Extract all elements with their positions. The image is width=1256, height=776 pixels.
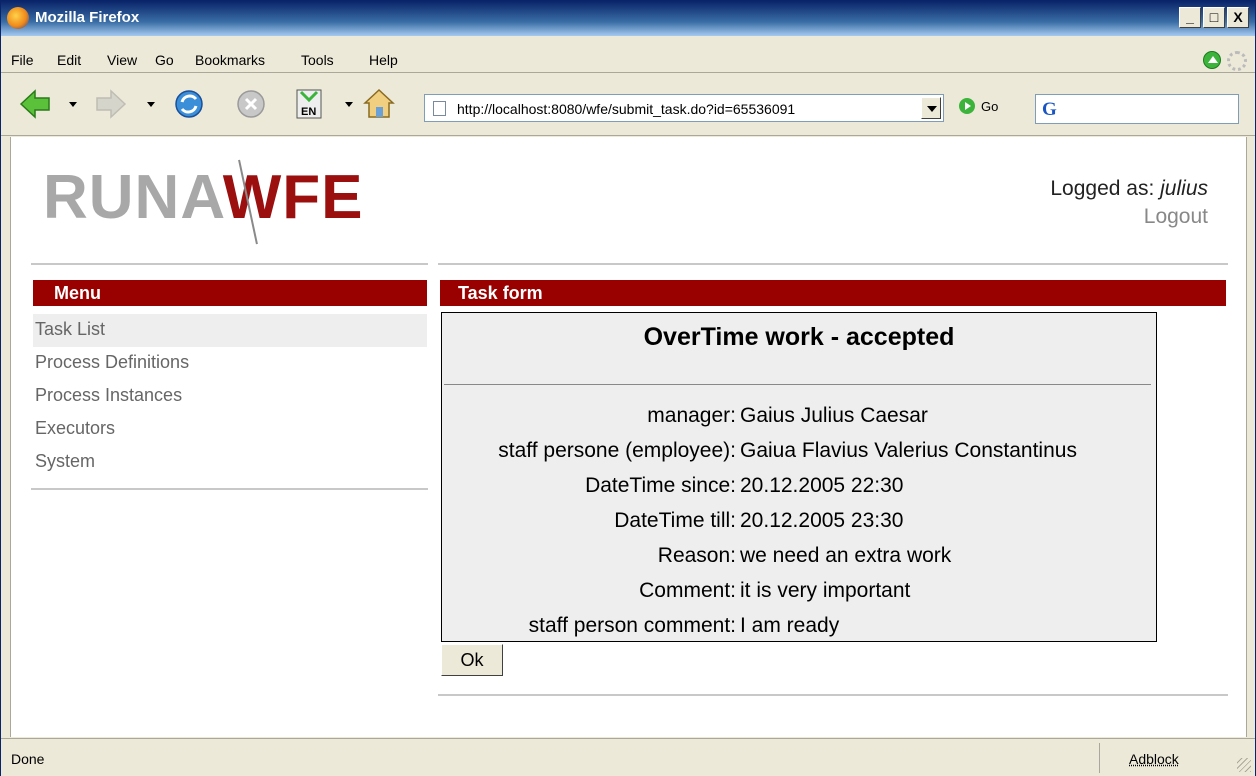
status-panel-divider bbox=[1099, 743, 1100, 773]
logout-link[interactable]: Logout bbox=[1050, 205, 1208, 229]
menu-bar: File Edit View Go Bookmarks Tools Help bbox=[1, 37, 1255, 73]
sidebar-item-executors[interactable]: Executors bbox=[33, 413, 427, 446]
menu-header: Menu bbox=[33, 280, 427, 306]
field-label: DateTime since: bbox=[585, 474, 736, 497]
update-icon[interactable] bbox=[1203, 51, 1221, 69]
menu-file[interactable]: File bbox=[11, 52, 34, 68]
logo-part-runa: RUNA bbox=[43, 163, 223, 232]
resize-grip-icon[interactable] bbox=[1237, 758, 1251, 772]
page-icon bbox=[433, 101, 446, 116]
ok-button[interactable]: Ok bbox=[441, 644, 503, 676]
language-en-icon[interactable]: EN bbox=[291, 86, 327, 122]
field-value: 20.12.2005 23:30 bbox=[740, 509, 904, 532]
window-title: Mozilla Firefox bbox=[35, 9, 140, 26]
maximize-button[interactable]: □ bbox=[1203, 7, 1225, 28]
field-value: I am ready bbox=[740, 614, 840, 637]
language-dropdown-icon[interactable] bbox=[345, 102, 353, 107]
field-value: it is very important bbox=[740, 579, 911, 602]
field-label: staff persone (employee): bbox=[498, 439, 736, 462]
field-label: staff person comment: bbox=[528, 614, 736, 637]
back-history-icon[interactable] bbox=[69, 102, 77, 107]
form-row-datetime-till: DateTime till: 20.12.2005 23:30 bbox=[442, 509, 1156, 544]
browser-window: Mozilla Firefox _ □ X File Edit View Go … bbox=[0, 0, 1256, 776]
logged-as-label: Logged as: bbox=[1050, 177, 1155, 200]
svg-text:EN: EN bbox=[301, 106, 316, 118]
divider bbox=[31, 263, 428, 265]
field-label: Reason: bbox=[657, 544, 736, 567]
divider bbox=[31, 488, 428, 490]
form-row-staff-persone: staff persone (employee): Gaiua Flavius … bbox=[442, 439, 1156, 474]
forward-history-icon[interactable] bbox=[147, 102, 155, 107]
minimize-button[interactable]: _ bbox=[1179, 7, 1201, 28]
menu-bookmarks[interactable]: Bookmarks bbox=[195, 52, 265, 68]
form-separator bbox=[444, 384, 1151, 385]
menu-tools[interactable]: Tools bbox=[301, 52, 334, 68]
sidebar-item-process-instances[interactable]: Process Instances bbox=[33, 380, 427, 413]
menu-view[interactable]: View bbox=[107, 52, 137, 68]
form-row-datetime-since: DateTime since: 20.12.2005 22:30 bbox=[442, 474, 1156, 509]
status-bar: Done Adblock bbox=[1, 738, 1255, 776]
form-row-reason: Reason: we need an extra work bbox=[442, 544, 1156, 579]
user-info: Logged as: julius Logout bbox=[1050, 177, 1208, 229]
address-history-dropdown[interactable] bbox=[921, 97, 941, 119]
form-title: OverTime work - accepted bbox=[643, 323, 955, 351]
field-label: Comment: bbox=[639, 579, 736, 602]
divider bbox=[438, 694, 1228, 696]
firefox-logo-icon bbox=[7, 7, 29, 29]
task-form-header: Task form bbox=[440, 280, 1226, 306]
stop-icon[interactable] bbox=[233, 86, 269, 122]
field-label: DateTime till: bbox=[614, 509, 736, 532]
go-icon bbox=[959, 98, 975, 114]
search-engine-icon[interactable]: G bbox=[1042, 99, 1057, 121]
divider bbox=[438, 263, 1228, 265]
address-bar[interactable]: http://localhost:8080/wfe/submit_task.do… bbox=[424, 94, 944, 122]
navigation-toolbar: EN http://localhost:8080/wfe/submit_task… bbox=[1, 74, 1255, 136]
menu-go[interactable]: Go bbox=[155, 52, 174, 68]
sidebar-item-process-definitions[interactable]: Process Definitions bbox=[33, 347, 427, 380]
close-button[interactable]: X bbox=[1227, 7, 1249, 28]
field-value: 20.12.2005 22:30 bbox=[740, 474, 904, 497]
runawfe-logo: RUNAWFE bbox=[43, 167, 363, 229]
menu-edit[interactable]: Edit bbox=[57, 52, 81, 68]
field-value: Gaius Julius Caesar bbox=[740, 404, 928, 427]
form-row-comment: Comment: it is very important bbox=[442, 579, 1156, 614]
search-input[interactable]: G bbox=[1035, 94, 1239, 124]
go-label: Go bbox=[981, 98, 999, 114]
field-value: we need an extra work bbox=[740, 544, 952, 567]
reload-icon[interactable] bbox=[171, 86, 207, 122]
status-text: Done bbox=[11, 751, 45, 767]
field-value: Gaiua Flavius Valerius Constantinus bbox=[740, 439, 1077, 462]
adblock-button[interactable]: Adblock bbox=[1129, 751, 1179, 767]
field-label: manager: bbox=[647, 404, 736, 427]
sidebar-item-system[interactable]: System bbox=[33, 446, 427, 479]
task-form: OverTime work - accepted manager: Gaius … bbox=[441, 312, 1157, 642]
go-button[interactable]: Go bbox=[959, 98, 998, 114]
username: julius bbox=[1160, 177, 1208, 200]
url-text[interactable]: http://localhost:8080/wfe/submit_task.do… bbox=[457, 101, 795, 117]
form-row-manager: manager: Gaius Julius Caesar bbox=[442, 404, 1156, 439]
form-fields: manager: Gaius Julius Caesar staff perso… bbox=[442, 404, 1156, 649]
forward-arrow-icon[interactable] bbox=[93, 86, 129, 122]
menu-help[interactable]: Help bbox=[369, 52, 398, 68]
throbber-icon bbox=[1227, 51, 1247, 71]
page-content: RUNAWFE Logged as: julius Logout Menu Ta… bbox=[10, 137, 1247, 737]
logo-part-wfe: WFE bbox=[222, 163, 364, 232]
home-icon[interactable] bbox=[361, 86, 397, 122]
sidebar-menu: Task List Process Definitions Process In… bbox=[33, 314, 427, 479]
title-bar: Mozilla Firefox _ □ X bbox=[1, 1, 1255, 36]
back-arrow-icon[interactable] bbox=[17, 86, 53, 122]
sidebar-item-task-list[interactable]: Task List bbox=[33, 314, 427, 347]
form-row-staff-person-comment: staff person comment: I am ready bbox=[442, 614, 1156, 649]
